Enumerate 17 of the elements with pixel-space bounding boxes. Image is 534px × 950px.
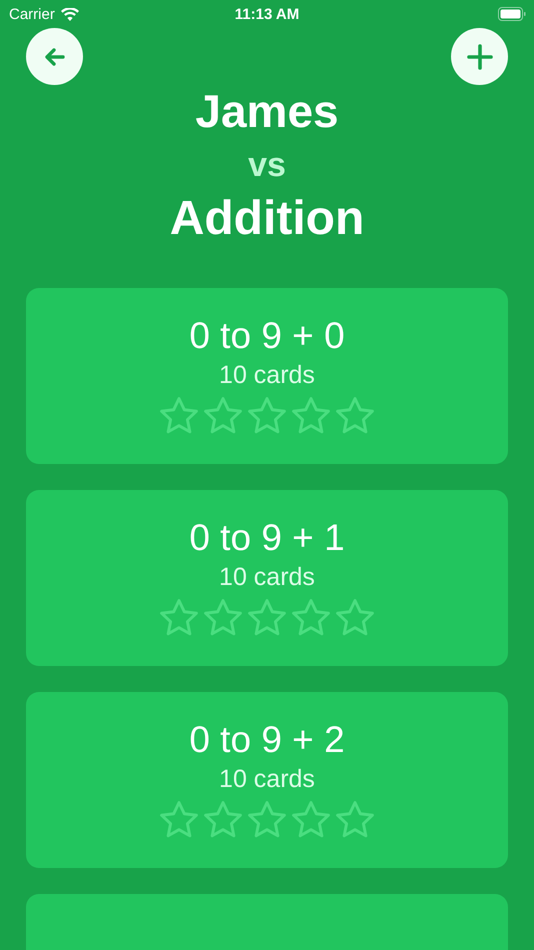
deck-card[interactable]: 0 to 9 + 0 10 cards [26,288,508,464]
deck-card[interactable]: 0 to 9 + 1 10 cards [26,490,508,666]
deck-title: 0 to 9 + 1 [189,516,345,560]
carrier-label: Carrier [9,6,55,22]
deck-title: 0 to 9 + 0 [189,314,345,358]
deck-title: 0 to 9 + 2 [189,718,345,762]
versus-label: vs [248,145,286,186]
deck-card[interactable]: 0 to 9 + 2 10 cards [26,692,508,868]
card-count: 10 cards [219,562,315,593]
status-time: 11:13 AM [234,6,300,22]
battery-icon [498,7,526,21]
topic-title: Addition [170,191,364,247]
card-count: 10 cards [219,360,315,391]
player-name: James [195,84,339,139]
wifi-icon [60,8,79,20]
card-count: 10 cards [219,764,315,795]
plus-icon [466,42,494,70]
